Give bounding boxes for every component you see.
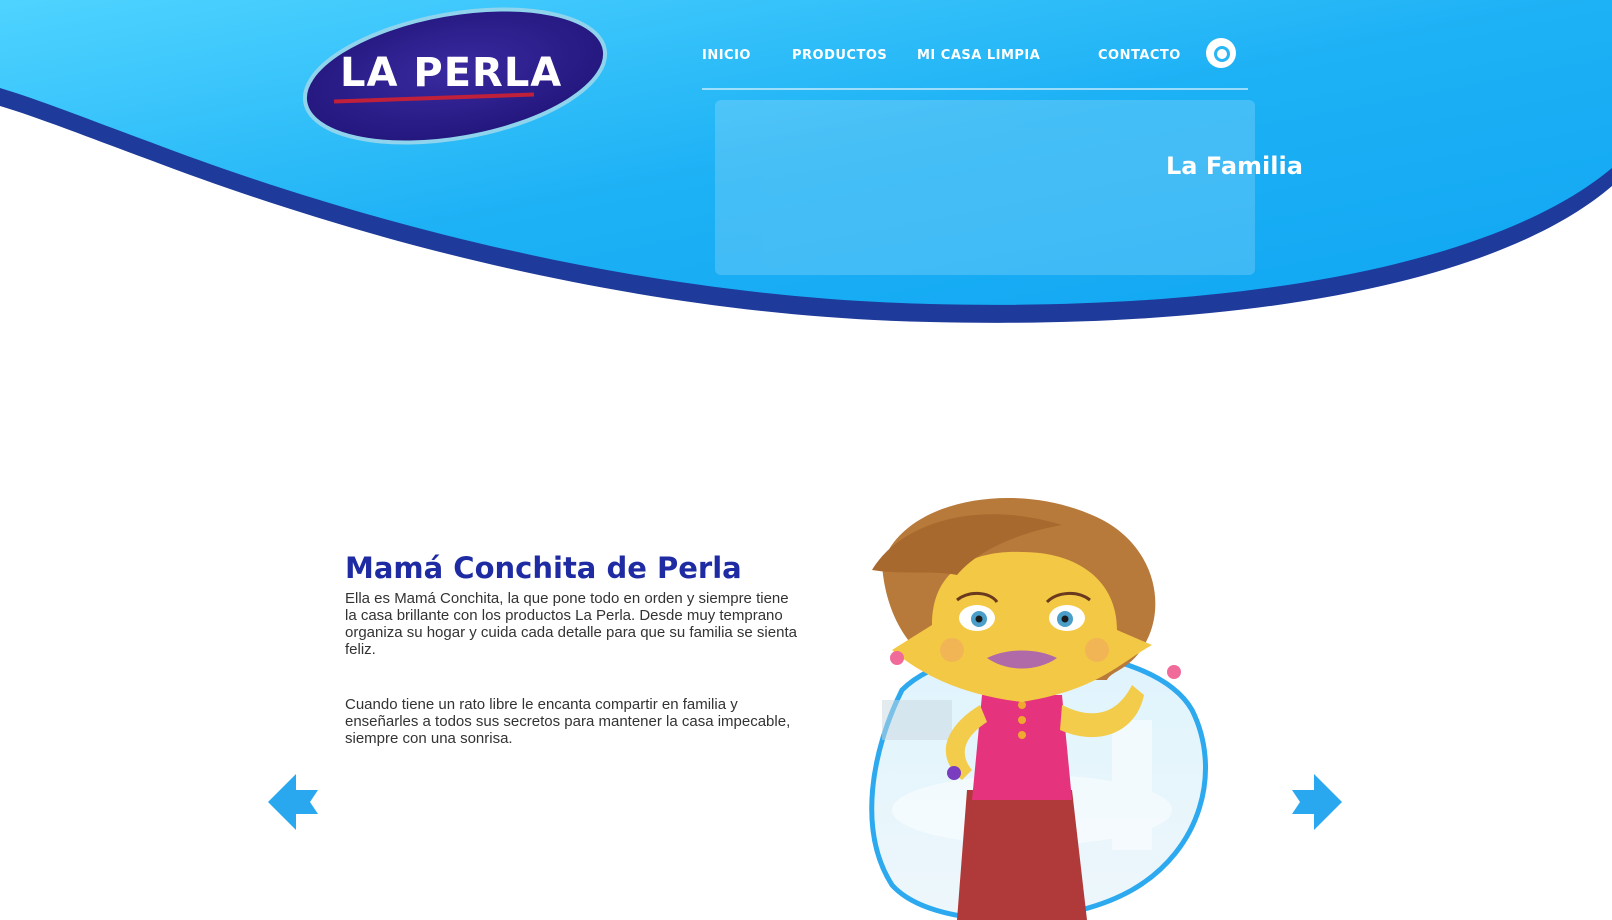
page: LA PERLA Inicio Productos Mi casa limpia… [0, 0, 1612, 920]
nav-item-contacto[interactable]: Contacto [1098, 48, 1181, 63]
nav-divider [702, 88, 1248, 90]
character-description-1: Ella es Mamá Conchita, la que pone todo … [345, 590, 797, 658]
character-title: Mamá Conchita de Perla [345, 551, 742, 586]
character-description-2: Cuando tiene un rato libre le encanta co… [345, 696, 791, 747]
main-navigation: Inicio Productos Mi casa limpia Contacto [702, 38, 1248, 72]
arrow-left-icon[interactable] [266, 770, 320, 834]
logo-text: LA PERLA [340, 50, 563, 96]
nav-item-inicio[interactable]: Inicio [702, 48, 751, 63]
character-illustration [869, 497, 1208, 920]
nav-item-mi-casa-limpia[interactable]: Mi casa limpia [917, 48, 1040, 63]
arrow-right-icon[interactable] [1290, 770, 1344, 834]
nav-item-productos[interactable]: Productos [792, 48, 887, 63]
hero-section-label: La Familia [1166, 152, 1303, 180]
search-icon[interactable] [1206, 38, 1236, 68]
